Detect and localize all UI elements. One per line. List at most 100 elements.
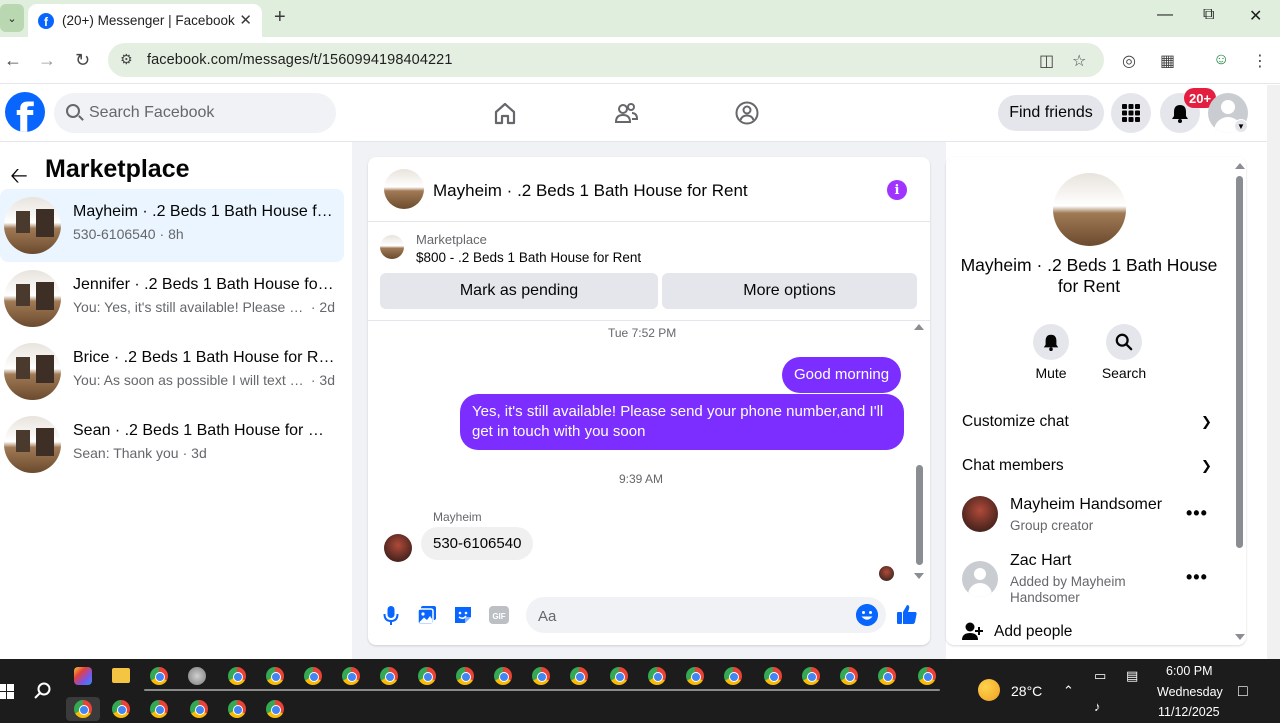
new-tab-icon[interactable]: +: [274, 6, 286, 29]
friends-icon[interactable]: [613, 100, 639, 126]
taskbar-search-icon[interactable]: [34, 682, 52, 700]
member-name[interactable]: Zac Hart: [1010, 552, 1071, 570]
chevron-up-icon[interactable]: ❯: [1201, 458, 1212, 474]
window-close-icon[interactable]: ✕: [1249, 6, 1262, 26]
scroll-up-icon[interactable]: [1235, 163, 1245, 169]
home-icon[interactable]: [492, 100, 518, 126]
sender-avatar[interactable]: [384, 534, 412, 562]
info-icon[interactable]: i: [887, 180, 907, 200]
chrome-taskbar-icon[interactable]: [380, 667, 398, 685]
app-taskbar-icon[interactable]: [188, 667, 206, 685]
weather-icon[interactable]: [978, 679, 1000, 701]
member-avatar[interactable]: [962, 561, 998, 597]
find-friends-button[interactable]: Find friends: [998, 95, 1104, 131]
chrome-taskbar-icon[interactable]: [304, 667, 322, 685]
show-hidden-icons-icon[interactable]: ⌃: [1063, 683, 1074, 699]
chrome-taskbar-icon[interactable]: [150, 700, 168, 718]
message-scrollbar-thumb[interactable]: [916, 465, 923, 565]
chrome-menu-icon[interactable]: ⋮: [1252, 51, 1268, 71]
conversation-item[interactable]: Mayheim · .2 Beds 1 Bath House for Rent …: [0, 189, 344, 262]
chrome-taskbar-icon[interactable]: [266, 667, 284, 685]
mark-as-pending-button[interactable]: Mark as pending: [380, 273, 658, 309]
clock-time[interactable]: 6:00 PM: [1166, 664, 1213, 678]
extensions-icon[interactable]: ▦: [1160, 51, 1175, 71]
chrome-taskbar-icon[interactable]: [74, 700, 92, 718]
clock-date[interactable]: 11/12/2025: [1158, 705, 1220, 719]
conversation-item[interactable]: Brice · .2 Beds 1 Bath House for Rent Yo…: [0, 335, 344, 408]
profile-icon[interactable]: ☺: [1213, 51, 1229, 69]
scroll-down-icon[interactable]: [1235, 634, 1245, 640]
chrome-taskbar-icon[interactable]: [190, 700, 208, 718]
site-info-icon[interactable]: ⚙: [120, 51, 133, 68]
back-icon[interactable]: ←: [4, 50, 22, 71]
outgoing-message[interactable]: Yes, it's still available! Please send y…: [460, 394, 904, 450]
chrome-taskbar-icon[interactable]: [686, 667, 704, 685]
page-scrollbar[interactable]: [1267, 85, 1280, 659]
chrome-taskbar-icon[interactable]: [648, 667, 666, 685]
gif-icon[interactable]: GIF: [488, 604, 510, 626]
more-options-icon[interactable]: •••: [1186, 503, 1208, 524]
chrome-taskbar-icon[interactable]: [878, 667, 896, 685]
chrome-taskbar-icon[interactable]: [228, 667, 246, 685]
mute-button[interactable]: [1033, 324, 1069, 360]
listing-thumbnail[interactable]: [380, 235, 404, 259]
add-person-icon[interactable]: [962, 621, 984, 641]
restore-icon[interactable]: ⧉: [1203, 6, 1214, 24]
search-chat-button[interactable]: [1106, 324, 1142, 360]
chrome-taskbar-icon[interactable]: [570, 667, 588, 685]
photo-icon[interactable]: [416, 604, 438, 626]
listing-price[interactable]: $800 - .2 Beds 1 Bath House for Rent: [416, 250, 641, 265]
chevron-down-icon[interactable]: ❯: [1201, 414, 1212, 430]
scroll-up-icon[interactable]: [914, 324, 924, 330]
member-avatar[interactable]: [962, 496, 998, 532]
emoji-icon[interactable]: [856, 604, 878, 626]
chrome-taskbar-icon[interactable]: [112, 700, 130, 718]
install-app-icon[interactable]: ◫: [1039, 51, 1054, 71]
globe-icon[interactable]: ◎: [1122, 51, 1136, 71]
forward-icon[interactable]: →: [38, 50, 56, 71]
chrome-taskbar-icon[interactable]: [840, 667, 858, 685]
copilot-icon[interactable]: [74, 667, 92, 685]
conversation-item[interactable]: Sean · .2 Beds 1 Bath House for Rent Sea…: [0, 408, 344, 481]
account-chevron-icon[interactable]: ▼: [1234, 119, 1248, 133]
chrome-taskbar-icon[interactable]: [918, 667, 936, 685]
chat-title[interactable]: Mayheim · .2 Beds 1 Bath House for Rent: [433, 181, 748, 201]
weather-temperature[interactable]: 28°C: [1011, 683, 1042, 699]
notification-center-icon[interactable]: □: [1238, 683, 1248, 701]
menu-grid-icon[interactable]: [1111, 93, 1151, 133]
windows-start-icon[interactable]: [0, 683, 14, 701]
scroll-down-icon[interactable]: [914, 573, 924, 579]
chrome-taskbar-icon[interactable]: [532, 667, 550, 685]
chrome-taskbar-icon[interactable]: [418, 667, 436, 685]
add-people-button[interactable]: Add people: [994, 623, 1072, 641]
network-icon[interactable]: ▤: [1126, 668, 1138, 684]
reload-icon[interactable]: ↻: [75, 50, 90, 71]
chrome-taskbar-icon[interactable]: [342, 667, 360, 685]
groups-icon[interactable]: [734, 100, 760, 126]
chrome-taskbar-icon[interactable]: [610, 667, 628, 685]
conversation-item[interactable]: Jennifer · .2 Beds 1 Bath House for Rent…: [0, 262, 344, 335]
details-scrollbar-thumb[interactable]: [1236, 176, 1243, 548]
chrome-taskbar-icon[interactable]: [494, 667, 512, 685]
search-input[interactable]: [89, 102, 319, 124]
more-options-button[interactable]: More options: [662, 273, 917, 309]
tab-search-chevron-icon[interactable]: ⌄: [0, 4, 24, 32]
message-input[interactable]: [538, 605, 838, 627]
minimize-icon[interactable]: —: [1157, 6, 1173, 24]
facebook-logo-icon[interactable]: f: [5, 92, 45, 132]
customize-chat-row[interactable]: Customize chat: [962, 413, 1069, 431]
battery-icon[interactable]: ▭: [1094, 668, 1106, 684]
file-explorer-icon[interactable]: [112, 668, 130, 683]
chrome-taskbar-icon[interactable]: [228, 700, 246, 718]
details-avatar[interactable]: [1053, 173, 1126, 246]
browser-tab[interactable]: f (20+) Messenger | Facebook ✕: [28, 4, 262, 37]
chrome-taskbar-icon[interactable]: [802, 667, 820, 685]
chrome-taskbar-icon[interactable]: [150, 667, 168, 685]
url-text[interactable]: facebook.com/messages/t/1560994198404221: [147, 52, 453, 68]
volume-icon[interactable]: ♪: [1094, 699, 1101, 714]
like-thumb-icon[interactable]: [896, 603, 918, 625]
member-name[interactable]: Mayheim Handsomer: [1010, 496, 1162, 514]
more-options-icon[interactable]: •••: [1186, 567, 1208, 588]
microphone-icon[interactable]: [380, 604, 402, 626]
outgoing-message[interactable]: Good morning: [782, 357, 902, 393]
